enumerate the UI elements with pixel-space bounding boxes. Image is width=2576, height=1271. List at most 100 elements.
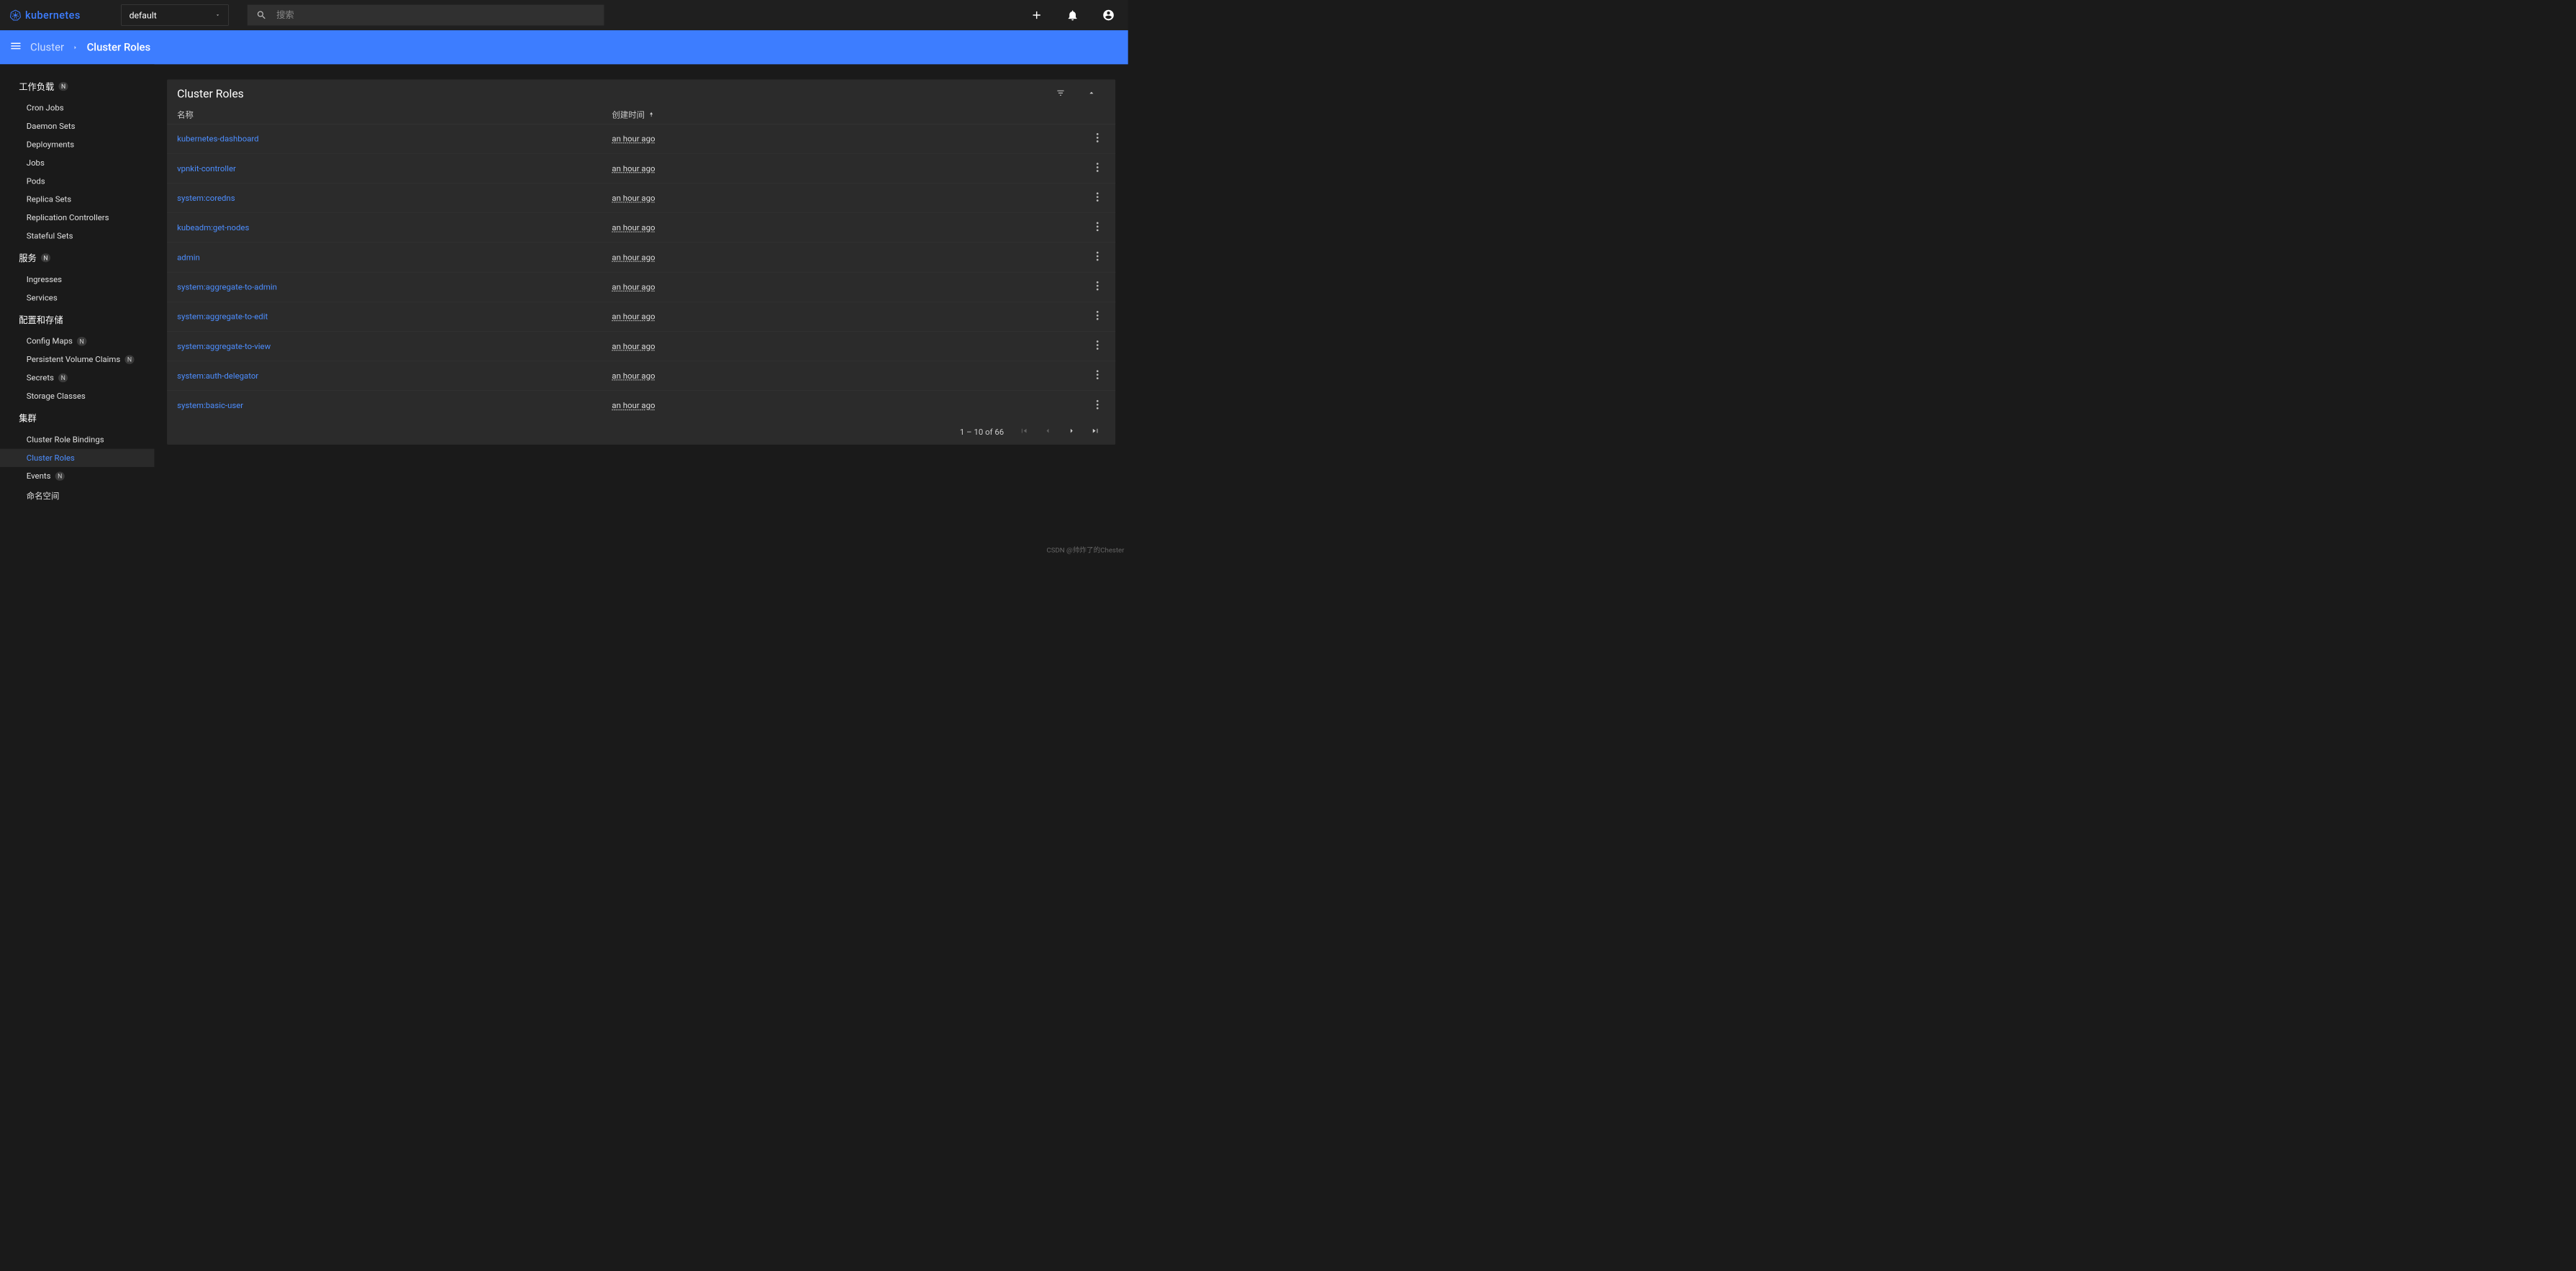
row-menu-button[interactable] [1096, 251, 1099, 264]
sidebar-heading-label: 服务 [19, 251, 37, 264]
watermark: CSDN @帅炸了的Chester [1046, 545, 1124, 555]
sidebar-item-label: Services [27, 293, 58, 302]
search-bar[interactable] [248, 5, 604, 26]
user-menu-button[interactable] [1101, 8, 1116, 23]
sidebar-item[interactable]: Stateful Sets [0, 227, 155, 245]
notifications-button[interactable] [1065, 8, 1080, 23]
resource-link[interactable]: system:aggregate-to-admin [177, 282, 277, 291]
sidebar-item-label: Secrets [27, 373, 54, 382]
sort-asc-icon [648, 111, 655, 118]
sidebar-heading-label: 集群 [19, 412, 37, 425]
resource-link[interactable]: vpnkit-controller [177, 163, 236, 173]
badge: N [55, 472, 65, 481]
first-page-button[interactable] [1020, 427, 1028, 437]
kebab-icon [1096, 221, 1099, 232]
created-cell: an hour ago [612, 371, 1067, 381]
sidebar-item-label: Cluster Roles [27, 453, 75, 463]
sidebar-item[interactable]: Deployments [0, 135, 155, 153]
column-created[interactable]: 创建时间 [612, 109, 1067, 120]
row-menu-button[interactable] [1096, 162, 1099, 175]
resource-link[interactable]: kubeadm:get-nodes [177, 223, 249, 232]
sidebar-item[interactable]: Cron Jobs [0, 99, 155, 117]
hamburger-icon [9, 40, 22, 53]
sidebar-heading-label: 工作负载 [19, 80, 54, 93]
sidebar-item[interactable]: Persistent Volume ClaimsN [0, 350, 155, 368]
resource-link[interactable]: kubernetes-dashboard [177, 134, 258, 143]
chevron-down-icon [215, 12, 221, 18]
badge: N [124, 356, 134, 364]
sidebar-item[interactable]: Cluster Roles [0, 449, 155, 467]
resource-link[interactable]: system:basic-user [177, 401, 243, 410]
created-cell: an hour ago [612, 282, 1067, 291]
chevron-right-icon [72, 41, 78, 54]
badge: N [77, 337, 86, 345]
sidebar-item[interactable]: Services [0, 289, 155, 307]
kubernetes-logo-icon [10, 10, 21, 21]
sidebar-item[interactable]: Events N [0, 467, 155, 485]
cluster-roles-card: Cluster Roles 名称 创建时间 kuber [167, 79, 1115, 445]
chevron-up-icon [1087, 89, 1096, 97]
breadcrumb-bar: Cluster Cluster Roles [0, 30, 1128, 64]
row-menu-button[interactable] [1096, 340, 1099, 353]
bell-icon [1066, 9, 1079, 22]
kebab-icon [1096, 340, 1099, 350]
collapse-button[interactable] [1087, 89, 1096, 99]
resource-link[interactable]: system:coredns [177, 194, 235, 203]
table-row: system:auth-delegator an hour ago [167, 361, 1115, 391]
sidebar-item[interactable]: Daemon Sets [0, 117, 155, 135]
table-row: system:basic-useran hour ago [167, 391, 1115, 420]
row-menu-button[interactable] [1096, 369, 1099, 382]
kebab-icon [1096, 369, 1099, 380]
nav-toggle-button[interactable] [9, 40, 22, 55]
column-created-label: 创建时间 [612, 109, 645, 120]
next-page-button[interactable] [1068, 427, 1076, 437]
sidebar-item[interactable]: Cluster Role Bindings [0, 430, 155, 448]
sidebar-item[interactable]: Storage Classes [0, 387, 155, 405]
row-menu-button[interactable] [1096, 399, 1099, 412]
namespace-select[interactable]: default [122, 5, 229, 26]
sidebar-heading[interactable]: 服务N [0, 245, 155, 271]
last-page-button[interactable] [1092, 427, 1099, 437]
kebab-icon [1096, 399, 1099, 410]
sidebar-item-label: Jobs [27, 158, 45, 168]
sidebar-item[interactable]: Replica Sets [0, 190, 155, 208]
row-menu-button[interactable] [1096, 132, 1099, 145]
sidebar-item-label: Events [27, 471, 51, 481]
column-name[interactable]: 名称 [177, 109, 612, 120]
sidebar-item-label: 命名空间 [27, 489, 60, 501]
chevron-left-icon [1043, 427, 1051, 435]
table-row: kubernetes-dashboardan hour ago [167, 125, 1115, 154]
row-menu-button[interactable] [1096, 281, 1099, 294]
resource-link[interactable]: system:auth-delegator [177, 371, 258, 381]
sidebar-heading[interactable]: 工作负载N [0, 73, 155, 99]
brand-logo[interactable]: kubernetes [6, 9, 81, 21]
resource-link[interactable]: system:aggregate-to-edit [177, 312, 268, 321]
prev-page-button[interactable] [1043, 427, 1051, 437]
breadcrumb-parent[interactable]: Cluster [30, 41, 64, 54]
search-input[interactable] [276, 10, 595, 20]
kebab-icon [1096, 251, 1099, 262]
card-header: Cluster Roles [167, 79, 1115, 104]
sidebar-item[interactable]: Config MapsN [0, 333, 155, 350]
sidebar-item[interactable]: Jobs [0, 154, 155, 172]
sidebar-item-label: Storage Classes [27, 392, 86, 401]
sidebar-item[interactable]: 命名空间 [0, 485, 155, 505]
breadcrumb-current: Cluster Roles [87, 41, 151, 54]
row-menu-button[interactable] [1096, 191, 1099, 204]
resource-link[interactable]: system:aggregate-to-view [177, 341, 271, 350]
table-pagination: 1 – 10 of 66 [167, 420, 1115, 445]
sidebar-heading[interactable]: 配置和存储 [0, 307, 155, 333]
row-menu-button[interactable] [1096, 310, 1099, 323]
sidebar-item[interactable]: Replication Controllers [0, 209, 155, 227]
filter-button[interactable] [1056, 89, 1065, 99]
sidebar-item[interactable]: Ingresses [0, 271, 155, 289]
create-resource-button[interactable] [1029, 8, 1044, 23]
resource-link[interactable]: admin [177, 253, 200, 262]
created-cell: an hour ago [612, 163, 1067, 173]
sidebar-item[interactable]: SecretsN [0, 368, 155, 386]
search-icon [256, 10, 267, 21]
sidebar-item[interactable]: Pods [0, 172, 155, 190]
row-menu-button[interactable] [1096, 221, 1099, 234]
sidebar-item-label: Ingresses [27, 275, 62, 284]
sidebar-heading[interactable]: 集群 [0, 405, 155, 430]
